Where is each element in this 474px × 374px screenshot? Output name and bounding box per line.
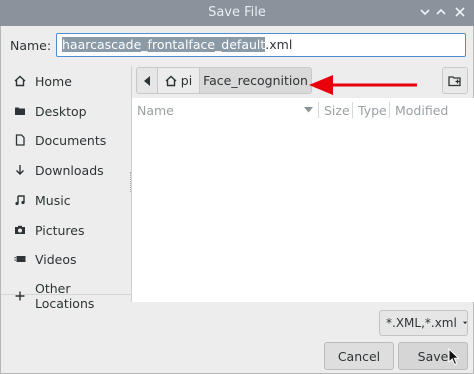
path-crumb-label: Face_recognition [203,73,308,88]
sidebar-item-videos[interactable]: Videos [1,245,131,273]
cancel-button[interactable]: Cancel [324,342,394,370]
sidebar-item-documents[interactable]: Documents [1,126,131,154]
sidebar-item-home[interactable]: Home [1,67,131,95]
file-type-filter[interactable]: *.XML,*.xml [379,310,468,336]
close-button[interactable] [451,3,469,21]
path-crumb-label: pi [180,73,193,88]
plus-icon [14,290,26,302]
sidebar-item-label: Videos [35,251,77,267]
mouse-cursor-icon [448,348,460,366]
column-divider [389,102,390,118]
path-crumb-home[interactable]: pi [158,67,200,94]
sidebar-item-music[interactable]: Music [1,186,131,214]
close-icon [455,7,465,17]
filename-selected-text: haarcascade_frontalface_default [62,37,266,52]
dropdown-arrow-icon [462,321,467,325]
sidebar-item-label: Downloads [35,162,104,178]
sidebar-item-label: Desktop [35,103,87,119]
file-list[interactable]: Name Size Type Modified [132,98,474,302]
chevron-down-icon [420,9,430,16]
save-dialog: Name: haarcascade_frontalface_default.xm… [0,26,474,374]
home-icon [14,75,26,87]
name-label: Name: [10,38,52,53]
title-bar: Save File [0,0,474,26]
filename-suffix: .xml [265,37,293,52]
document-icon [14,134,26,146]
chevron-up-icon [436,8,446,15]
folder-icon [14,105,26,117]
home-icon [165,75,177,86]
new-folder-icon [448,75,461,86]
annotation-arrow-icon [309,75,417,95]
window-title: Save File [208,5,266,20]
sidebar-item-label: Pictures [35,222,85,238]
filter-selected-value: *.XML,*.xml [386,316,457,330]
sidebar-item-downloads[interactable]: Downloads [1,156,131,184]
path-crumb-current[interactable]: Face_recognition [200,67,312,94]
arrow-down-icon [14,164,26,176]
column-header-type[interactable]: Type [358,98,387,122]
filename-input[interactable]: haarcascade_frontalface_default.xml [56,33,466,57]
sort-arrow-icon[interactable] [304,107,313,113]
camera-icon [14,224,26,236]
sidebar-item-label: Documents [35,132,107,148]
places-sidebar: Home Desktop Documents Downloads Music P… [1,66,131,311]
sidebar-item-label: Music [35,192,71,208]
music-icon [14,194,26,206]
sidebar-item-label: Home [35,73,72,89]
path-back-button[interactable] [136,67,158,94]
caret-left-icon [144,75,150,86]
sidebar-item-desktop[interactable]: Desktop [1,97,131,125]
save-button-label: Save [417,348,449,364]
column-divider [318,102,319,118]
sidebar-item-other-locations[interactable]: Other Locations [1,281,131,311]
new-folder-button[interactable] [442,67,468,94]
sidebar-item-pictures[interactable]: Pictures [1,216,131,244]
column-divider [352,102,353,118]
column-header-modified[interactable]: Modified [395,98,448,122]
column-header-size[interactable]: Size [324,98,350,122]
maximize-button[interactable] [432,3,450,21]
column-header-name[interactable]: Name [137,98,317,122]
sidebar-item-label: Other Locations [35,281,95,311]
video-icon [14,253,26,265]
